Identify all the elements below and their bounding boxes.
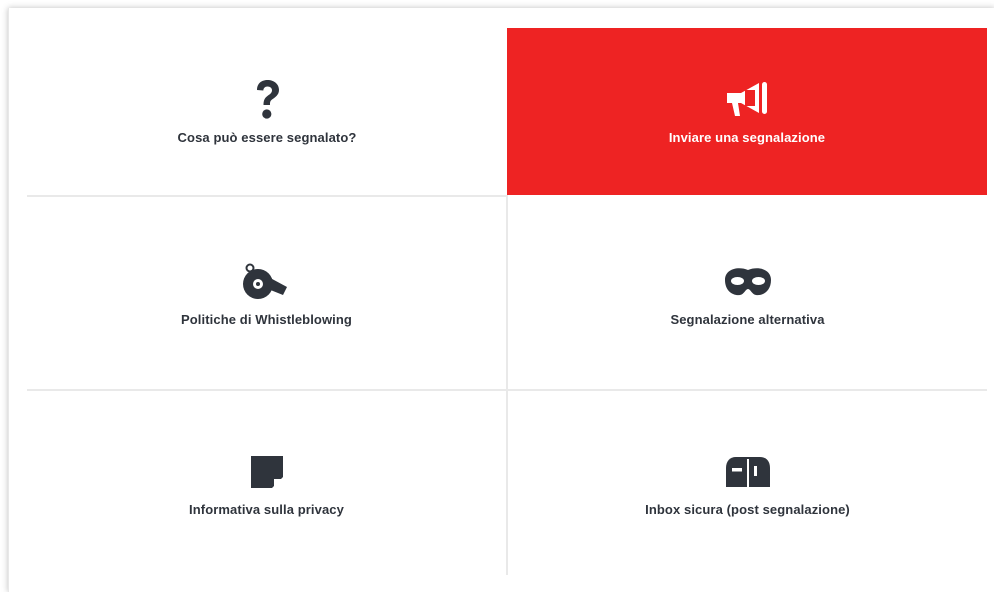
note-icon [241, 450, 293, 494]
whistle-icon [241, 260, 293, 304]
tile-what-can-be-reported[interactable]: Cosa può essere segnalato? [27, 28, 507, 195]
tile-label: Politiche di Whistleblowing [181, 311, 352, 327]
mailbox-icon [722, 450, 774, 494]
tile-whistleblowing-policies[interactable]: Politiche di Whistleblowing [27, 197, 506, 389]
divider [506, 195, 508, 575]
tile-label: Segnalazione alternativa [670, 311, 825, 327]
mask-icon [722, 260, 774, 304]
tile-alternative-report[interactable]: Segnalazione alternativa [508, 197, 987, 389]
menu-grid: Cosa può essere segnalato? Inviare una s… [27, 28, 987, 575]
tile-privacy-notice[interactable]: Informativa sulla privacy [27, 391, 506, 575]
megaphone-icon [721, 78, 773, 122]
tile-send-report[interactable]: Inviare una segnalazione [507, 28, 987, 195]
tile-secure-inbox[interactable]: Inbox sicura (post segnalazione) [508, 391, 987, 575]
question-icon [241, 78, 293, 122]
tile-label: Informativa sulla privacy [189, 501, 344, 517]
tile-label: Inbox sicura (post segnalazione) [645, 501, 850, 517]
tile-label: Cosa può essere segnalato? [177, 130, 357, 145]
menu-panel: Cosa può essere segnalato? Inviare una s… [8, 8, 994, 592]
tile-label: Inviare una segnalazione [668, 130, 826, 145]
divider [27, 195, 507, 197]
